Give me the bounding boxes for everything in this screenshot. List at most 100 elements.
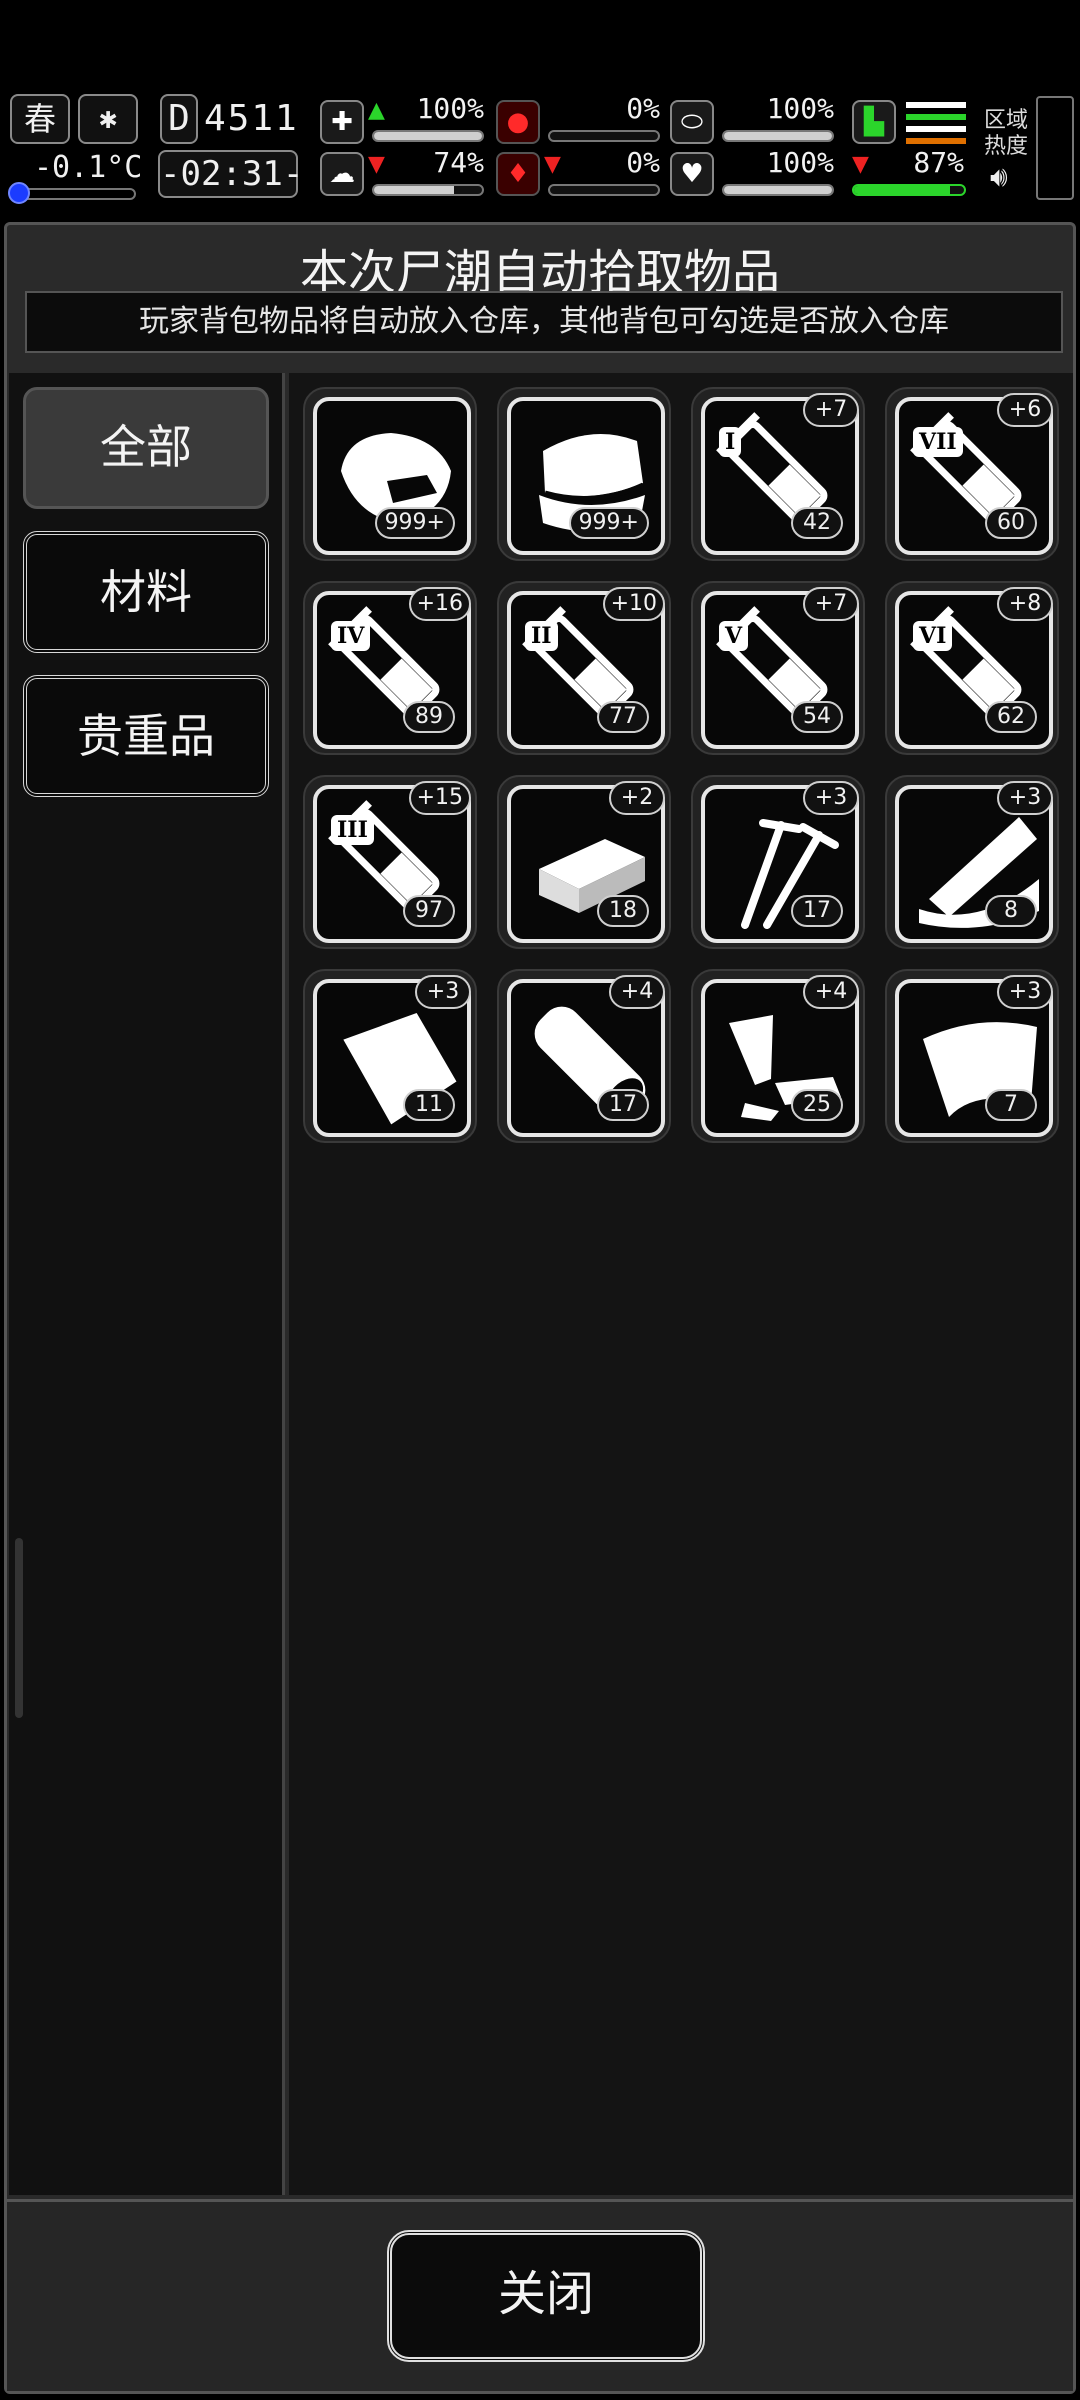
tab-materials[interactable]: 材料	[23, 531, 269, 653]
day-counter: 4511	[204, 98, 299, 139]
heart-bar	[722, 184, 834, 196]
item-count: 999+	[374, 507, 455, 539]
tier-label: IV	[331, 621, 371, 651]
health-bar	[372, 130, 484, 142]
panel-subtitle: 玩家背包物品将自动放入仓库，其他背包可勾选是否放入仓库	[25, 291, 1063, 353]
item-slot[interactable]: 7 +3	[885, 969, 1059, 1143]
status-hud: 春 ✱ -0.1°C D 4511 -02:31- ✚ ▲ 100% ☁ ▼ 7…	[0, 88, 1080, 206]
bonus-badge: +15	[408, 781, 471, 815]
bonus-badge: +10	[602, 587, 665, 621]
region-label: 区域	[984, 108, 1029, 133]
tier-label: VII	[913, 427, 963, 457]
blood-drop-icon: ♦	[496, 152, 540, 196]
bonus-badge: +3	[997, 781, 1053, 815]
bonus-badge: +6	[997, 393, 1053, 427]
region-heat-label: 区域 热度	[984, 108, 1028, 160]
season-indicator: 春	[10, 94, 70, 144]
bonus-badge: +4	[803, 975, 859, 1009]
stomach-icon: ●	[496, 100, 540, 144]
bonus-badge: +16	[408, 587, 471, 621]
tier-label: VI	[913, 621, 953, 651]
item-count: 62	[985, 701, 1037, 733]
speaker-icon[interactable]: 🔊︎	[990, 160, 1008, 194]
pill-icon: ⬭	[670, 100, 714, 144]
item-slot[interactable]: 17 +4	[497, 969, 671, 1143]
energy-value: 87%	[913, 146, 964, 179]
health-value: 100%	[416, 92, 484, 125]
item-slot[interactable]: IV 89 +16	[303, 581, 477, 755]
boot-icon: ▙	[852, 100, 896, 144]
item-frame: 999+	[313, 397, 471, 555]
bonus-badge: +4	[609, 975, 665, 1009]
item-count: 11	[403, 1089, 455, 1121]
bonus-badge: +7	[803, 393, 859, 427]
item-count: 42	[791, 507, 843, 539]
tab-all[interactable]: 全部	[23, 387, 269, 509]
heart-icon: ♥	[670, 152, 714, 196]
item-slot[interactable]: 17 +3	[691, 775, 865, 949]
panel-footer: 关闭	[7, 2199, 1073, 2391]
thirst-value: 0%	[626, 146, 660, 179]
item-slot[interactable]: 25 +4	[691, 969, 865, 1143]
energy-bar	[852, 184, 966, 196]
item-frame: 999+	[507, 397, 665, 555]
stripe-orange	[906, 138, 966, 144]
tier-label: II	[525, 621, 558, 651]
tier-label: III	[331, 815, 374, 845]
hunger-value: 0%	[626, 92, 660, 125]
item-slot[interactable]: III 97 +15	[303, 775, 477, 949]
temperature-marker	[8, 182, 30, 204]
item-slot[interactable]: VI 62 +8	[885, 581, 1059, 755]
item-count: 18	[597, 895, 649, 927]
bonus-badge: +3	[803, 781, 859, 815]
heat-label: 热度	[984, 134, 1029, 159]
item-count: 77	[597, 701, 649, 733]
day-label: D	[160, 94, 198, 144]
item-count: 97	[403, 895, 455, 927]
item-slot[interactable]: 999+	[303, 387, 477, 561]
close-button[interactable]: 关闭	[387, 2230, 705, 2362]
item-count: 89	[403, 701, 455, 733]
category-sidebar: 全部 材料 贵重品	[9, 373, 285, 2195]
item-slot[interactable]: V 54 +7	[691, 581, 865, 755]
bonus-badge: +8	[997, 587, 1053, 621]
medkit-icon: ✚	[320, 100, 364, 144]
item-grid-area: 999+ 999+ I 42 +7 VII 60 +6 IV 89 +16 II 77 +10 V 54 +7 V…	[289, 373, 1073, 2195]
tier-label: V	[719, 621, 749, 651]
arrow-down-icon: ▼	[544, 152, 561, 177]
item-slot[interactable]: 999+	[497, 387, 671, 561]
item-count: 8	[985, 895, 1037, 927]
mood-bar	[372, 184, 484, 196]
tier-label: I	[719, 427, 742, 457]
stamina-value: 100%	[766, 92, 834, 125]
stripe-green	[906, 114, 966, 120]
item-slot[interactable]: 11 +3	[303, 969, 477, 1143]
auto-pickup-panel: 本次尸潮自动拾取物品 玩家背包物品将自动放入仓库，其他背包可勾选是否放入仓库 全…	[4, 222, 1076, 2394]
item-count: 54	[791, 701, 843, 733]
bonus-badge: +7	[803, 587, 859, 621]
hunger-bar	[548, 130, 660, 142]
tab-valuables[interactable]: 贵重品	[23, 675, 269, 797]
stripe-white-1	[906, 102, 966, 108]
item-slot[interactable]: II 77 +10	[497, 581, 671, 755]
arrow-up-icon: ▲	[368, 98, 385, 123]
item-count: 25	[791, 1089, 843, 1121]
item-slot[interactable]: I 42 +7	[691, 387, 865, 561]
item-count: 17	[597, 1089, 649, 1121]
heat-meter	[1036, 96, 1074, 200]
heart-value: 100%	[766, 146, 834, 179]
bonus-badge: +3	[997, 975, 1053, 1009]
item-slot[interactable]: 18 +2	[497, 775, 671, 949]
item-count: 999+	[568, 507, 649, 539]
thirst-bar	[548, 184, 660, 196]
stamina-bar	[722, 130, 834, 142]
scrollbar[interactable]	[15, 1538, 23, 1718]
item-count: 7	[985, 1089, 1037, 1121]
arrow-down-icon: ▼	[368, 152, 385, 177]
item-slot[interactable]: 8 +3	[885, 775, 1059, 949]
clock: -02:31-	[158, 150, 303, 198]
mood-value: 74%	[433, 146, 484, 179]
stripe-white-2	[906, 126, 966, 132]
item-slot[interactable]: VII 60 +6	[885, 387, 1059, 561]
bonus-badge: +2	[609, 781, 665, 815]
